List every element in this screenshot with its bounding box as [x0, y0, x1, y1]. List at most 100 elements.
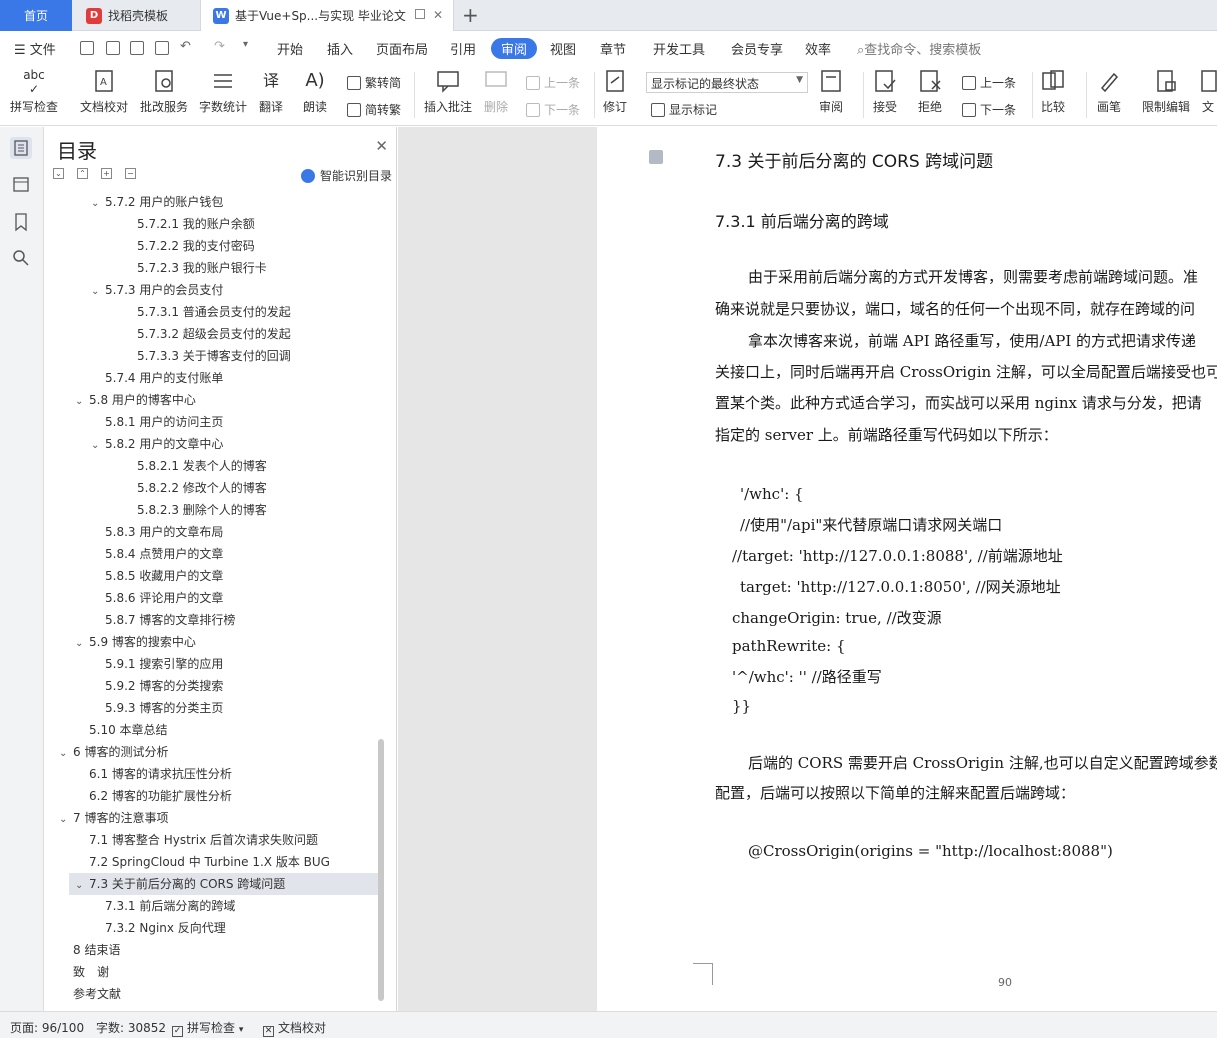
- toc-item[interactable]: 6.1 博客的请求抗压性分析: [45, 763, 379, 785]
- new-tab-button[interactable]: +: [462, 3, 479, 27]
- tab-home[interactable]: 首页: [0, 0, 72, 31]
- redo-icon[interactable]: ↷: [214, 39, 225, 54]
- toc-item[interactable]: 6.2 博客的功能扩展性分析: [45, 785, 379, 807]
- toc-item[interactable]: 5.8.2.2 修改个人的博客: [45, 477, 379, 499]
- toc-item[interactable]: ⌄ 5.7.2 用户的账户钱包: [45, 191, 379, 213]
- more-icon[interactable]: ▾: [243, 39, 248, 50]
- toc-item[interactable]: 7.3.2 Nginx 反向代理: [45, 917, 379, 939]
- translate-button[interactable]: 译 翻译: [258, 68, 284, 115]
- toc-item[interactable]: 5.7.3.2 超级会员支付的发起: [45, 323, 379, 345]
- toc-item[interactable]: ⌄ 7 博客的注意事项: [45, 807, 379, 829]
- file-menu[interactable]: ☰ 文件: [14, 39, 56, 58]
- toc-item[interactable]: 5.9.1 搜索引擎的应用: [45, 653, 379, 675]
- save-icon[interactable]: [80, 41, 94, 55]
- command-search[interactable]: ⌕查找命令、搜索模板: [857, 39, 981, 58]
- to-traditional-button[interactable]: 繁转简: [347, 74, 401, 91]
- word-count-status[interactable]: 字数: 30852: [96, 1019, 166, 1036]
- toc-item[interactable]: 5.10 本章总结: [45, 719, 379, 741]
- toc-item[interactable]: 7.1 博客整合 Hystrix 后首次请求失败问题: [45, 829, 379, 851]
- toc-item[interactable]: 5.9.3 博客的分类主页: [45, 697, 379, 719]
- tab-template[interactable]: D 找稻壳模板: [74, 0, 198, 31]
- chevron-down-icon[interactable]: ⌄: [91, 281, 105, 303]
- remove-heading-icon[interactable]: −: [125, 168, 136, 179]
- menu-efficiency[interactable]: 效率: [805, 39, 831, 58]
- chevron-down-icon[interactable]: ⌄: [75, 391, 89, 413]
- toc-item[interactable]: 5.8.2.1 发表个人的博客: [45, 455, 379, 477]
- toc-item[interactable]: ⌄ 5.8.2 用户的文章中心: [45, 433, 379, 455]
- toc-scrollbar[interactable]: [378, 739, 384, 1001]
- delete-comment-button[interactable]: 删除: [483, 68, 509, 115]
- toc-item[interactable]: ⌄ 5.7.3 用户的会员支付: [45, 279, 379, 301]
- toc-item[interactable]: 5.8.7 博客的文章排行榜: [45, 609, 379, 631]
- show-markup-button[interactable]: 显示标记: [651, 101, 717, 118]
- chevron-down-icon[interactable]: ⌄: [59, 743, 73, 765]
- spell-check-button[interactable]: abc ✓ 拼写检查: [10, 68, 58, 115]
- toc-item[interactable]: 参考文献: [45, 983, 379, 1005]
- close-icon[interactable]: ✕: [375, 137, 388, 155]
- chevron-down-icon[interactable]: ⌄: [75, 633, 89, 655]
- chevron-down-icon[interactable]: ⌄: [91, 435, 105, 457]
- page-indicator[interactable]: 页面: 96/100: [10, 1019, 84, 1036]
- menu-chapter[interactable]: 章节: [600, 39, 626, 58]
- doc-proof-button[interactable]: A 文档校对: [80, 68, 128, 115]
- menu-insert[interactable]: 插入: [327, 39, 353, 58]
- word-count-button[interactable]: 字数统计: [199, 68, 247, 115]
- tab-document[interactable]: W 基于Vue+Sp...与实现 毕业论文 ✕: [200, 0, 454, 31]
- add-heading-icon[interactable]: +: [101, 168, 112, 179]
- toc-item[interactable]: ⌄ 5.8 用户的博客中心: [45, 389, 379, 411]
- toc-item[interactable]: 5.8.5 收藏用户的文章: [45, 565, 379, 587]
- restrict-edit-button[interactable]: 限制编辑: [1142, 68, 1190, 115]
- toc-item[interactable]: 8 结束语: [45, 939, 379, 961]
- toc-item[interactable]: 5.9.2 博客的分类搜索: [45, 675, 379, 697]
- chevron-down-icon[interactable]: ⌄: [75, 875, 89, 897]
- spell-check-status[interactable]: ✓ 拼写检查 ▾: [172, 1019, 243, 1037]
- menu-start[interactable]: 开始: [277, 39, 303, 58]
- bookmark-icon[interactable]: [10, 211, 32, 233]
- toc-item[interactable]: 7.2 SpringCloud 中 Turbine 1.X 版本 BUG: [45, 851, 379, 873]
- next-comment-button[interactable]: 下一条: [526, 101, 580, 118]
- print-icon[interactable]: [130, 41, 144, 55]
- toc-item[interactable]: ⌄ 5.9 博客的搜索中心: [45, 631, 379, 653]
- prev-comment-button[interactable]: 上一条: [526, 74, 580, 91]
- toc-item[interactable]: 5.7.2.2 我的支付密码: [45, 235, 379, 257]
- doc-proof-status[interactable]: ✕ 文档校对: [263, 1019, 326, 1037]
- review-button[interactable]: 审阅: [818, 68, 844, 115]
- print-preview-icon[interactable]: [155, 41, 169, 55]
- toc-item[interactable]: 5.7.2.1 我的账户余额: [45, 213, 379, 235]
- toc-item[interactable]: 7.3.1 前后端分离的跨域: [45, 895, 379, 917]
- menu-devtools[interactable]: 开发工具: [653, 39, 705, 58]
- toc-item[interactable]: 5.8.1 用户的访问主页: [45, 411, 379, 433]
- pen-button[interactable]: 画笔: [1096, 68, 1122, 115]
- menu-review[interactable]: 审阅: [491, 38, 538, 59]
- undo-icon[interactable]: ↶: [180, 39, 191, 54]
- toc-item[interactable]: 5.8.4 点赞用户的文章: [45, 543, 379, 565]
- to-simplified-button[interactable]: 简转繁: [347, 101, 401, 118]
- markup-mode-select[interactable]: 显示标记的最终状态 ▼: [646, 72, 808, 93]
- batch-service-button[interactable]: 批改服务: [140, 68, 188, 115]
- chevron-down-icon[interactable]: ⌄: [91, 193, 105, 215]
- export-icon[interactable]: [106, 41, 120, 55]
- toc-item[interactable]: 致 谢: [45, 961, 379, 983]
- navigation-icon[interactable]: [10, 173, 32, 195]
- next-change-button[interactable]: 下一条: [962, 101, 1016, 118]
- compare-button[interactable]: 比较: [1040, 68, 1066, 115]
- toc-item[interactable]: 5.8.6 评论用户的文章: [45, 587, 379, 609]
- smart-toc-button[interactable]: 智能识别目录: [300, 167, 392, 184]
- accept-button[interactable]: 接受: [872, 68, 898, 115]
- insert-comment-button[interactable]: 插入批注: [424, 68, 472, 115]
- menu-reference[interactable]: 引用: [450, 39, 476, 58]
- menu-layout[interactable]: 页面布局: [376, 39, 428, 58]
- document-page[interactable]: 7.3 关于前后分离的 CORS 跨域问题 7.3.1 前后端分离的跨域 由于采…: [597, 127, 1217, 1011]
- toc-item[interactable]: 5.7.2.3 我的账户银行卡: [45, 257, 379, 279]
- collapse-all-icon[interactable]: ⌃: [77, 168, 88, 179]
- menu-view[interactable]: 视图: [550, 39, 576, 58]
- toc-item[interactable]: ⌄ 6 博客的测试分析: [45, 741, 379, 763]
- toc-item[interactable]: 5.7.3.1 普通会员支付的发起: [45, 301, 379, 323]
- toc-item[interactable]: 5.8.2.3 删除个人的博客: [45, 499, 379, 521]
- paragraph-handle-icon[interactable]: [649, 150, 663, 164]
- search-icon[interactable]: [10, 247, 32, 269]
- reject-button[interactable]: 拒绝: [917, 68, 943, 115]
- expand-all-icon[interactable]: ⌄: [53, 168, 64, 179]
- tab-restore-icon[interactable]: [415, 9, 425, 19]
- prev-change-button[interactable]: 上一条: [962, 74, 1016, 91]
